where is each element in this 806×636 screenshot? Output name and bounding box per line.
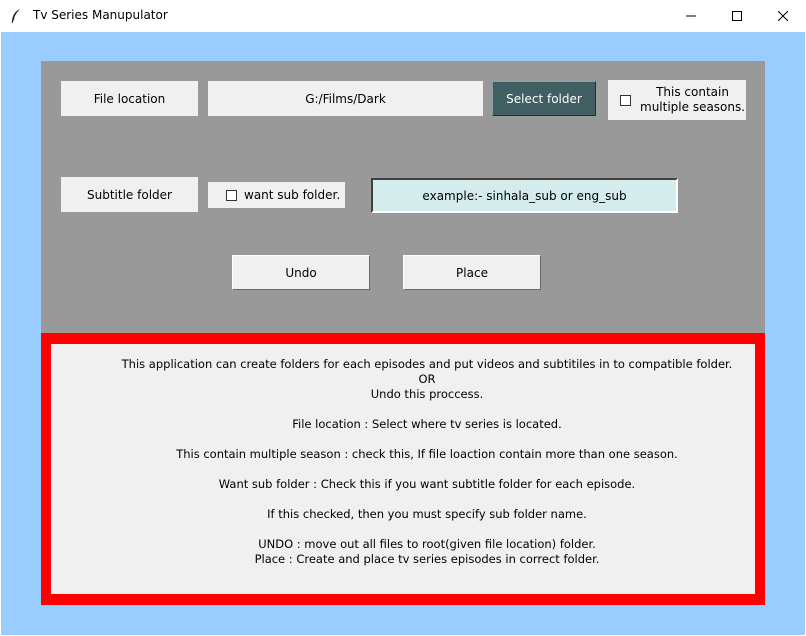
multiple-seasons-checkbox[interactable]: This contain multiple seasons. — [608, 80, 746, 120]
place-button-label: Place — [456, 265, 488, 280]
undo-button-label: Undo — [285, 265, 317, 280]
info-line — [75, 522, 779, 537]
info-line: Undo this proccess. — [370, 387, 484, 401]
file-location-label-text: File location — [93, 91, 166, 106]
file-location-value-text: G:/Films/Dark — [305, 91, 386, 106]
maximize-button[interactable] — [714, 0, 760, 32]
info-line: Want sub folder : Check this if you want… — [218, 477, 636, 491]
close-button[interactable] — [760, 0, 806, 32]
subtitle-folder-label-text: Subtitle folder — [87, 187, 172, 202]
multiple-seasons-label: This contain multiple seasons. — [640, 85, 746, 114]
place-button[interactable]: Place — [403, 255, 541, 290]
file-location-value: G:/Films/Dark — [208, 81, 483, 116]
close-icon — [778, 11, 788, 21]
controls-panel: File location G:/Films/Dark Select folde… — [41, 61, 765, 333]
info-line: If this checked, then you must specify s… — [267, 507, 587, 521]
info-line: Place : Create and place tv series episo… — [254, 552, 600, 566]
sub-folder-name-placeholder: example:- sinhala_sub or eng_sub — [422, 188, 627, 203]
undo-button[interactable]: Undo — [232, 255, 370, 290]
minimize-icon — [686, 15, 696, 17]
info-text: This application can create folders for … — [75, 357, 779, 567]
info-line — [75, 492, 779, 507]
info-line: OR — [418, 372, 436, 386]
maximize-icon — [732, 11, 742, 21]
want-sub-folder-label: want sub folder. — [244, 188, 341, 202]
info-box: This application can create folders for … — [51, 344, 755, 594]
feather-icon — [11, 9, 20, 24]
select-folder-button[interactable]: Select folder — [492, 81, 596, 116]
client-area: File location G:/Films/Dark Select folde… — [1, 32, 805, 635]
multiple-seasons-checkbox-box[interactable] — [620, 94, 631, 106]
info-line — [75, 432, 779, 447]
subtitle-folder-label: Subtitle folder — [61, 177, 198, 212]
minimize-button[interactable] — [668, 0, 714, 32]
want-sub-folder-checkbox[interactable]: want sub folder. — [208, 182, 345, 208]
info-line: File location : Select where tv series i… — [292, 417, 562, 431]
title-bar: Tv Series Manupulator — [0, 0, 806, 32]
info-line — [75, 402, 779, 417]
want-sub-folder-checkbox-box[interactable] — [226, 189, 237, 201]
file-location-label: File location — [61, 81, 198, 116]
window-title: Tv Series Manupulator — [33, 8, 168, 22]
info-line: This application can create folders for … — [121, 357, 733, 371]
select-folder-button-label: Select folder — [506, 91, 582, 106]
sub-folder-name-input[interactable]: example:- sinhala_sub or eng_sub — [371, 178, 678, 213]
info-box-border: This application can create folders for … — [41, 333, 765, 605]
info-line — [75, 462, 779, 477]
info-line: UNDO : move out all files to root(given … — [258, 537, 596, 551]
info-line: This contain multiple season : check thi… — [176, 447, 678, 461]
